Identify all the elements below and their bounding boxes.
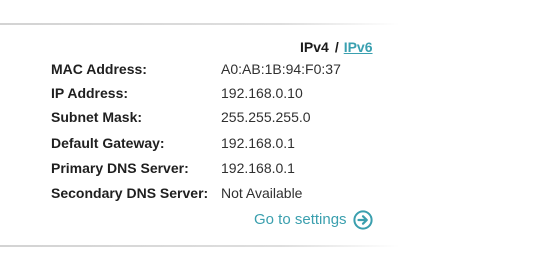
network-info-panel: IPv4 / IPv6 MAC Address: A0:AB:1B:94:F0:37… bbox=[0, 0, 547, 256]
ipv6-link[interactable]: IPv6 bbox=[344, 39, 373, 55]
go-to-settings-link[interactable]: Go to settings bbox=[254, 210, 373, 230]
circle-arrow-right-icon[interactable] bbox=[352, 210, 373, 230]
ip-version-switch: IPv4 / IPv6 bbox=[300, 39, 373, 55]
subnet-mask-value: 255.255.255.0 bbox=[221, 109, 311, 125]
default-gateway-label: Default Gateway: bbox=[51, 135, 165, 151]
go-to-settings-label: Go to settings bbox=[254, 211, 347, 228]
ip-version-separator: / bbox=[334, 39, 339, 55]
mac-address-label: MAC Address: bbox=[51, 61, 147, 77]
default-gateway-value: 192.168.0.1 bbox=[221, 135, 295, 151]
secondary-dns-value: Not Available bbox=[221, 185, 303, 201]
ip-address-label: IP Address: bbox=[51, 85, 129, 101]
subnet-mask-label: Subnet Mask: bbox=[51, 109, 143, 125]
ipv4-label: IPv4 bbox=[300, 39, 329, 55]
primary-dns-value: 192.168.0.1 bbox=[221, 160, 295, 176]
ip-address-value: 192.168.0.10 bbox=[221, 85, 303, 101]
top-divider bbox=[0, 23, 400, 25]
bottom-divider bbox=[0, 245, 400, 247]
mac-address-value: A0:AB:1B:94:F0:37 bbox=[221, 61, 341, 77]
primary-dns-label: Primary DNS Server: bbox=[51, 160, 189, 176]
secondary-dns-label: Secondary DNS Server: bbox=[51, 185, 209, 201]
